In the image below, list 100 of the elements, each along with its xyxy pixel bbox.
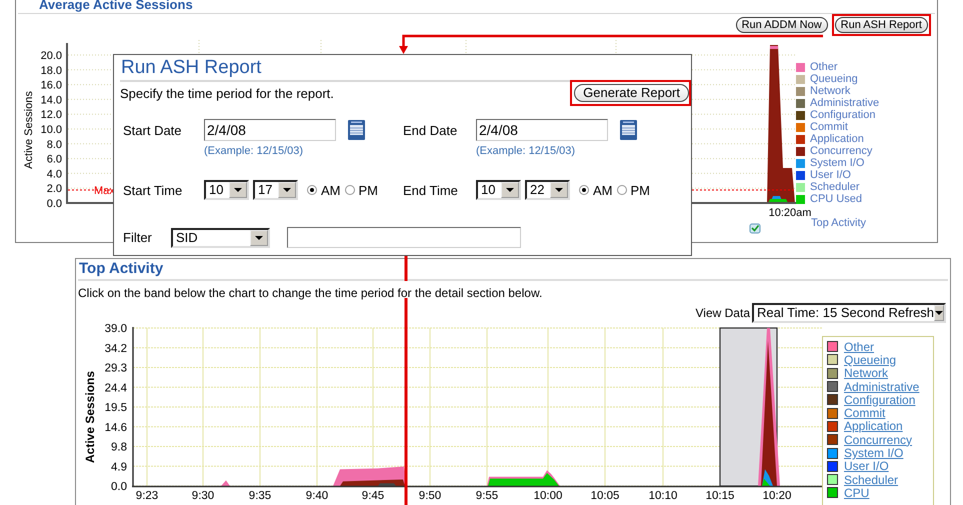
field-label: Filter [123,230,153,245]
legend-link[interactable]: Application [844,419,903,434]
instruction-text: Specify the time period for the report. [120,86,334,100]
axis-tick-label: 16.0 [40,80,62,92]
legend-label[interactable]: Configuration [810,109,876,121]
axis-tick-label: 39.0 [104,323,127,335]
filter-input-field[interactable] [287,227,521,248]
radio-button[interactable] [579,185,589,195]
legend-label[interactable]: Scheduler [810,181,860,193]
legend-label[interactable]: Concurrency [810,145,872,157]
legend-link[interactable]: Other [844,340,874,354]
top-activity-link[interactable]: Top Activity [811,217,880,229]
radio-label: PM [630,182,650,198]
radio-label: AM [321,182,340,198]
axis-tick-label: 14.0 [40,94,62,106]
legend-link[interactable]: Network [844,366,888,380]
axis-tick-label: 10.0 [40,124,62,136]
legend-label[interactable]: Administrative [810,97,880,109]
legend-label[interactable]: Commit [810,121,848,133]
start-date-field[interactable]: 2/4/08 [204,119,336,141]
calendar-icon[interactable] [347,119,366,141]
legend-link[interactable]: Queueing [844,352,896,367]
caret-icon [255,236,263,240]
hour-select[interactable]: 10 [476,180,521,200]
check-icon[interactable] [750,224,760,234]
legend-label[interactable]: Queueing [810,73,858,85]
example-hint: (Example: 12/15/03) [204,145,304,159]
report-button[interactable]: Run ADDM Now [736,17,828,33]
report-button[interactable]: Run ASH Report [834,17,928,33]
legend-link[interactable]: Configuration [844,392,916,407]
axis-tick-label: 0.0 [46,198,62,210]
axis-tick-label: 6.0 [46,154,62,166]
legend-label[interactable]: CPU Used [810,193,862,205]
caret-icon [506,188,514,192]
legend-label[interactable]: Network [810,85,850,97]
axis-tick-label: 20.0 [40,50,62,62]
axis-tick-label: 8.0 [46,138,62,151]
legend-label[interactable]: User I/O [810,169,851,181]
field-label: Start Time [123,182,184,198]
axis-tick-label: 12.0 [40,109,62,122]
axis-tick-label: 24.4 [104,382,127,394]
axis-tick-label: 10:00 [534,490,562,502]
description-text: Click on the band below the chart to change the time period for the detail section below. [78,285,544,301]
caret-icon [555,188,563,192]
end-date-field[interactable]: 2/4/08 [476,119,608,141]
caret-icon [935,310,944,314]
axis-tick-label: 9:45 [362,490,384,502]
view-data-label: View Data [696,306,750,320]
radio-label: PM [358,182,378,198]
axis-tick-label: 10:20 [762,490,792,502]
legend-link[interactable]: CPU [844,486,870,500]
filter-select[interactable]: SID [171,228,270,248]
axis-tick-label: 10:05 [590,490,620,502]
example-hint: (Example: 12/15/03) [476,145,576,159]
legend-link[interactable]: Concurrency [844,432,912,447]
minute-select[interactable]: 17 [253,180,298,200]
legend-link[interactable]: System I/O [844,446,904,460]
axis-title: Active Sessions [83,370,97,464]
radio-button[interactable] [616,185,626,195]
legend-label[interactable]: Application [810,133,864,145]
axis-tick-label: 9:23 [136,490,158,502]
legend-link[interactable]: Scheduler [844,472,898,487]
axis-tick-label: 34.2 [104,342,127,355]
axis-tick-label: 29.3 [104,362,127,374]
generate-report-button[interactable]: Generate Report [574,84,689,102]
axis-tick-label: 14.6 [104,422,127,434]
axis-tick-label: 4.0 [46,168,62,180]
axis-tick-label: 2.0 [46,183,62,196]
caret-icon [283,188,291,192]
axis-tick-label: 10:10 [648,490,678,502]
hour-select[interactable]: 10 [204,180,249,200]
radio-label: AM [593,182,612,198]
axis-tick-label: 9:50 [418,490,442,502]
caret-icon [234,188,242,192]
axis-tick-label: 9:55 [476,490,498,502]
field-label: End Date [403,122,458,138]
axis-tick-label: 9:40 [306,490,328,502]
legend-link[interactable]: Commit [844,406,886,420]
dialog-title: Run ASH Report [120,55,685,82]
legend-label[interactable]: System I/O [810,157,864,169]
axis-tick-label: 9:35 [248,490,272,502]
field-label: End Time [403,182,459,198]
axis-tick-label: 19.5 [104,402,127,414]
axis-tick-label: 18.0 [40,64,62,77]
calendar-icon[interactable] [619,119,638,141]
radio-button[interactable] [344,185,354,195]
axis-tick-label: 4.9 [111,461,127,474]
radio-button[interactable] [307,185,317,195]
axis-tick-label: 9.8 [111,442,127,454]
axis-tick-label: 9:30 [192,490,214,502]
legend-label[interactable]: Other [810,61,838,73]
minute-select[interactable]: 22 [525,180,570,200]
legend-link[interactable]: Administrative [844,380,920,394]
axis-tick-label: 10:15 [706,490,734,502]
axis-tick-label: 10:20am [768,207,812,219]
panel-title: Top Activity [78,259,948,281]
axis-tick-label: 0.0 [111,481,127,493]
legend-link[interactable]: User I/O [844,459,889,474]
axis-title: Active Sessions [23,91,35,169]
view-data-select[interactable]: Real Time: 15 Second Refresh [752,302,946,322]
